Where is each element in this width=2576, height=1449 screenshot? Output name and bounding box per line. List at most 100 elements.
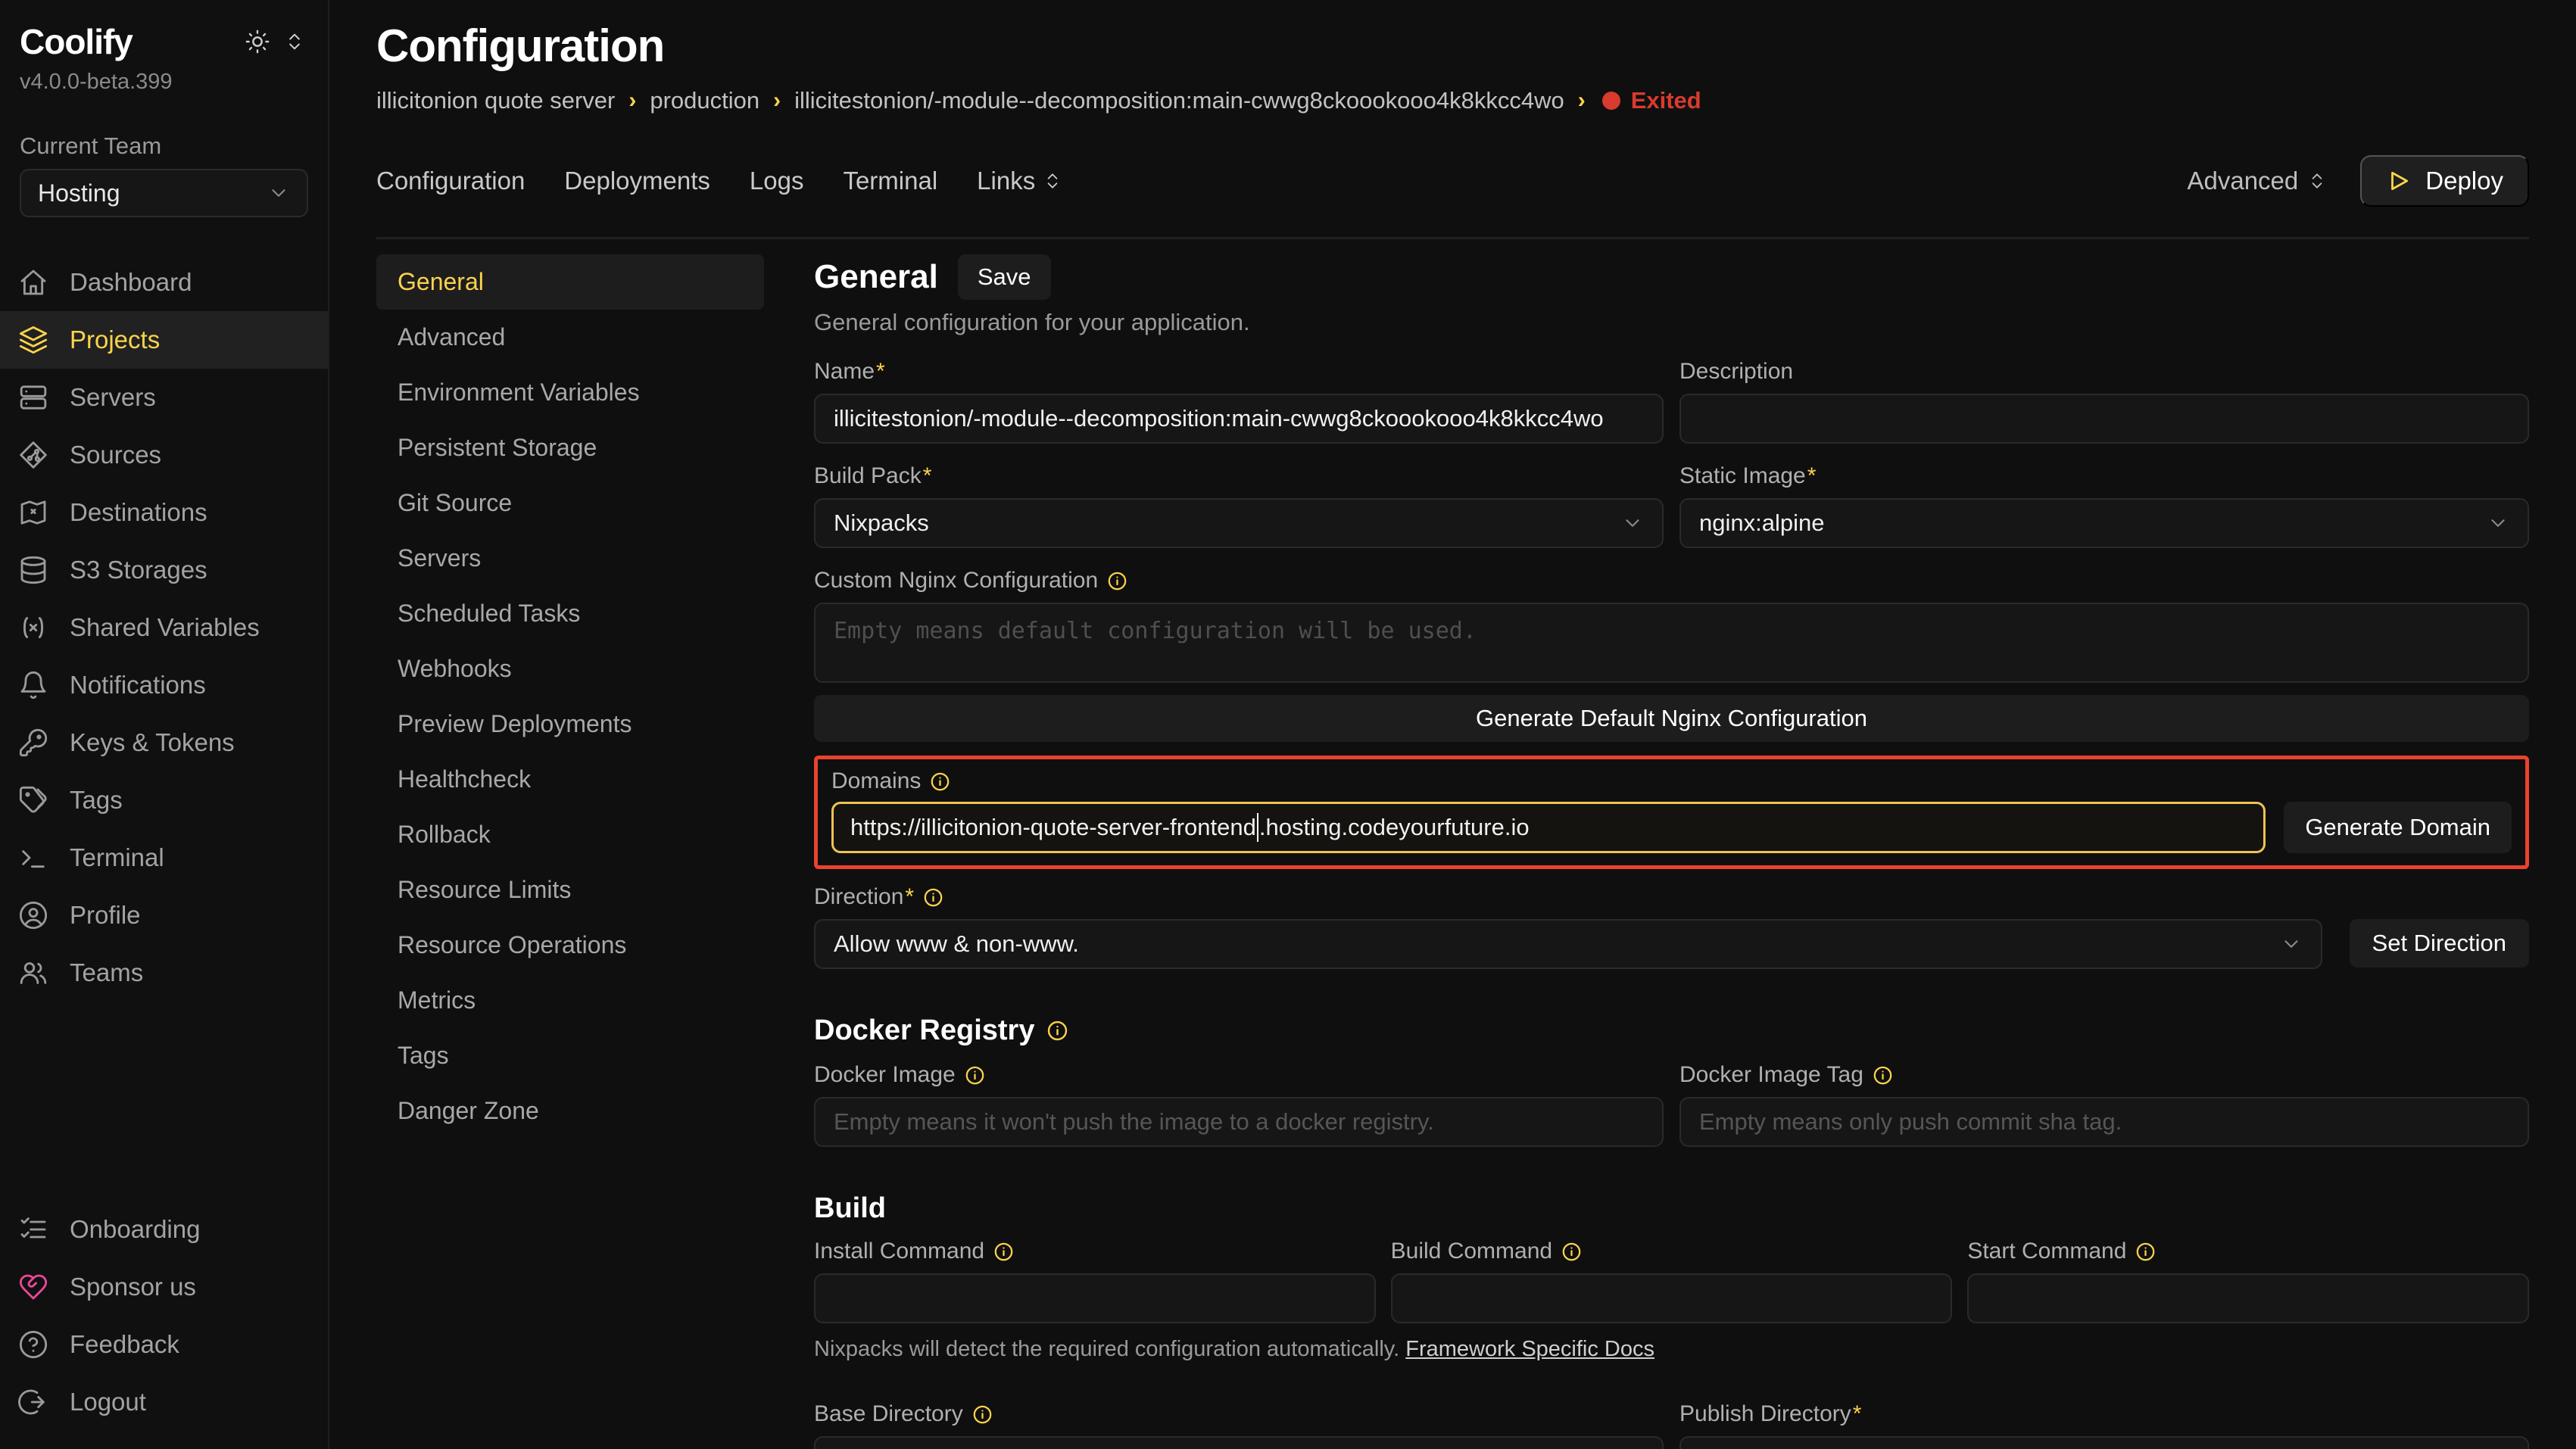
start-command-input[interactable] [1967,1273,2529,1323]
build-pack-select[interactable]: Nixpacks [814,498,1664,548]
set-direction-button[interactable]: Set Direction [2350,919,2529,968]
framework-docs-link[interactable]: Framework Specific Docs [1405,1337,1654,1361]
subnav-environment-variables[interactable]: Environment Variables [376,365,764,420]
sidebar-item-label: Sponsor us [70,1273,196,1301]
sidebar-item-destinations[interactable]: Destinations [0,484,328,541]
heart-handshake-icon [18,1272,48,1302]
sidebar-item-label: Servers [70,383,156,412]
publish-directory-input[interactable] [1679,1436,2529,1449]
logout-icon [18,1387,48,1417]
sidebar-item-servers[interactable]: Servers [0,369,328,426]
static-image-value: nginx:alpine [1699,509,1824,537]
info-icon[interactable] [1873,1065,1893,1086]
chevron-down-icon [267,182,290,204]
info-icon[interactable] [1561,1242,1582,1262]
sidebar-item-logout[interactable]: Logout [0,1373,328,1431]
info-icon[interactable] [1046,1020,1068,1042]
generate-nginx-button[interactable]: Generate Default Nginx Configuration [814,695,2529,742]
nginx-config-textarea[interactable] [814,603,2529,683]
sidebar-item-keys-tokens[interactable]: Keys & Tokens [0,714,328,771]
sidebar-item-label: Feedback [70,1330,179,1359]
save-button[interactable]: Save [958,254,1051,300]
info-icon[interactable] [930,771,950,792]
direction-value: Allow www & non-www. [834,930,1079,958]
subnav-git-source[interactable]: Git Source [376,475,764,531]
chevron-right-icon [628,88,636,114]
key-icon [18,728,48,758]
info-icon[interactable] [993,1242,1014,1262]
sun-icon[interactable] [245,29,270,55]
subnav-persistent-storage[interactable]: Persistent Storage [376,420,764,475]
advanced-selector[interactable]: Advanced [2187,167,2327,195]
general-form: General Save General configuration for y… [814,254,2529,1449]
breadcrumb-resource[interactable]: illicitestonion/-module--decomposition:m… [794,87,1564,114]
description-input[interactable] [1679,394,2529,444]
generate-domain-button[interactable]: Generate Domain [2284,802,2512,853]
chevron-down-icon [2487,512,2509,534]
domains-input[interactable]: https://illicitonion-quote-server-fronte… [831,802,2266,853]
sidebar-item-projects[interactable]: Projects [0,311,328,369]
subnav-rollback[interactable]: Rollback [376,807,764,862]
install-command-input[interactable] [814,1273,1376,1323]
subnav-advanced[interactable]: Advanced [376,310,764,365]
sidebar-item-tags[interactable]: Tags [0,771,328,829]
tab-logs[interactable]: Logs [750,167,804,195]
subnav-resource-limits[interactable]: Resource Limits [376,862,764,918]
sidebar-item-onboarding[interactable]: Onboarding [0,1201,328,1258]
breadcrumb-environment[interactable]: production [650,87,759,114]
tab-deployments[interactable]: Deployments [564,167,710,195]
deploy-button[interactable]: Deploy [2360,155,2529,207]
sidebar-item-dashboard[interactable]: Dashboard [0,254,328,311]
chevrons-up-down-icon[interactable] [284,31,305,52]
subnav-servers[interactable]: Servers [376,531,764,586]
tab-configuration[interactable]: Configuration [376,167,525,195]
subnav-tags[interactable]: Tags [376,1028,764,1083]
sidebar-item-sponsor-us[interactable]: Sponsor us [0,1258,328,1316]
tab-terminal[interactable]: Terminal [843,167,937,195]
build-command-label: Build Command [1391,1239,1552,1264]
name-input[interactable] [814,394,1664,444]
docker-image-input[interactable] [814,1097,1664,1147]
build-command-input[interactable] [1391,1273,1953,1323]
sidebar-item-notifications[interactable]: Notifications [0,656,328,714]
subnav-general[interactable]: General [376,254,764,310]
info-icon[interactable] [1107,571,1127,591]
breadcrumb-project[interactable]: illicitonion quote server [376,87,615,114]
sidebar-item-profile[interactable]: Profile [0,887,328,944]
base-directory-input[interactable] [814,1436,1664,1449]
config-subnav: General Advanced Environment Variables P… [376,254,764,1139]
server-icon [18,382,48,413]
subnav-preview-deployments[interactable]: Preview Deployments [376,696,764,752]
direction-label: Direction [814,884,914,910]
sidebar-item-sources[interactable]: Sources [0,426,328,484]
static-image-select[interactable]: nginx:alpine [1679,498,2529,548]
domains-highlight-box: Domains https://illicitonion-quote-serve… [814,756,2529,869]
direction-select[interactable]: Allow www & non-www. [814,919,2322,969]
sidebar-item-s3-storages[interactable]: S3 Storages [0,541,328,599]
domains-value-before: https://illicitonion-quote-server-fronte… [850,814,1256,841]
nginx-config-label: Custom Nginx Configuration [814,568,1098,594]
sidebar-item-terminal[interactable]: Terminal [0,829,328,887]
subnav-danger-zone[interactable]: Danger Zone [376,1083,764,1139]
info-icon[interactable] [965,1065,985,1086]
team-select[interactable]: Hosting [20,169,308,217]
docker-image-tag-input[interactable] [1679,1097,2529,1147]
info-icon[interactable] [2135,1242,2156,1262]
sidebar-item-teams[interactable]: Teams [0,944,328,1002]
domains-value-after: .hosting.codeyourfuture.io [1259,814,1530,841]
subnav-scheduled-tasks[interactable]: Scheduled Tasks [376,586,764,641]
subnav-webhooks[interactable]: Webhooks [376,641,764,696]
subnav-resource-operations[interactable]: Resource Operations [376,918,764,973]
docker-registry-heading: Docker Registry [814,1014,1034,1047]
sidebar-item-label: Onboarding [70,1215,200,1244]
sidebar-item-feedback[interactable]: Feedback [0,1316,328,1373]
breadcrumb: illicitonion quote server production ill… [376,87,2529,114]
users-icon [18,958,48,988]
subnav-healthcheck[interactable]: Healthcheck [376,752,764,807]
tab-links[interactable]: Links [977,167,1062,195]
subnav-metrics[interactable]: Metrics [376,973,764,1028]
sidebar-item-shared-variables[interactable]: Shared Variables [0,599,328,656]
info-icon[interactable] [972,1404,993,1425]
info-icon[interactable] [923,887,943,908]
app-logo[interactable]: Coolify [20,21,133,62]
